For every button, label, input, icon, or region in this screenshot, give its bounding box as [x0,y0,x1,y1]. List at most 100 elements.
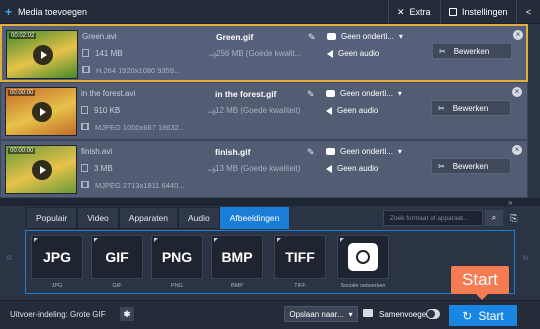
top-bar: + Media toevoegen ✕ Extra Instellingen < [0,0,540,24]
search-placeholder: Zoek formaat of apparaat... [390,214,469,222]
close-icon[interactable]: × [512,145,522,155]
play-icon[interactable] [32,160,52,180]
save-to-label: Opslaan naar... [289,309,344,319]
format-label: GIF [112,283,122,289]
scissors-icon: ✂ [438,161,445,171]
chevron-down-icon: ▾ [397,89,402,98]
source-info: MJPEG 1000x667 18632... [81,123,185,132]
share-button[interactable]: < [516,0,540,24]
subtitles-dropdown[interactable]: Geen onderti... ▾ [326,89,402,98]
audio-value: Geen audio [338,49,380,58]
video-thumbnail[interactable]: 00:02:02 [6,30,78,79]
video-thumbnail[interactable]: 00:00:00 [5,87,77,136]
start-label: Start [478,308,504,323]
format-tile-sociale-netwerken[interactable] [337,235,389,279]
subtitles-dropdown[interactable]: Geen onderti... ▾ [326,147,402,156]
start-tooltip-label: Start [462,270,498,289]
file-icon [82,49,89,57]
file-row[interactable]: 00:00:00 in the forest.avi 910 KB MJPEG … [0,82,528,140]
output-settings-gear-icon[interactable]: ✱ [120,307,134,321]
format-tile-tiff[interactable]: TIFF [274,235,326,279]
audio-dropdown[interactable]: Geen audio [326,164,378,173]
source-info-value: MJPEG 1000x667 18632... [95,123,186,132]
source-size: 141 MB [82,49,123,58]
output-size: 256 MB (Goede kwalit... [216,49,302,58]
format-logo: TIFF [285,249,315,265]
format-tile-bmp[interactable]: BMP [211,235,263,279]
output-size: 12 MB (Goede kwaliteit) [215,106,301,115]
pencil-icon[interactable]: ✎ [307,147,315,158]
merge-toggle[interactable] [426,309,440,319]
format-label: JPG [51,283,63,289]
play-icon[interactable] [33,45,53,65]
corner-icon [214,238,218,242]
edit-button[interactable]: ✂ Bewerken [431,158,511,174]
file-icon [81,106,88,114]
format-tabs: Populair Video Apparaten Audio Afbeeldingen [26,207,290,229]
corner-icon [277,238,281,242]
audio-value: Geen audio [337,106,379,115]
edit-button[interactable]: ✂ Bewerken [432,43,512,59]
share-icon: < [525,7,532,17]
bottom-bar: Uitvoer-indeling: Grote GIF ✱ Opslaan na… [0,300,540,329]
format-search-input[interactable]: Zoek formaat of apparaat... [383,210,483,226]
subtitles-dropdown[interactable]: Geen onderti... ▾ [327,32,403,41]
video-thumbnail[interactable]: 00:00:00 [5,145,77,194]
thumbnail-time: 00:00:00 [8,90,36,96]
close-icon[interactable]: × [513,30,523,40]
play-icon[interactable] [32,102,52,122]
audio-dropdown[interactable]: Geen audio [327,49,379,58]
save-to-dropdown[interactable]: Opslaan naar... ▾ [284,306,358,322]
subtitles-value: Geen onderti... [340,147,393,156]
settings-icon [449,8,457,16]
pencil-icon[interactable]: ✎ [308,32,316,43]
tab-afbeeldingen[interactable]: Afbeeldingen [219,207,290,229]
output-filename: Green.gif [216,32,254,42]
format-tile-png[interactable]: PNG [151,235,203,279]
output-filename: in the forest.gif [215,89,277,99]
format-tile-jpg[interactable]: JPG [31,235,83,279]
tab-populair[interactable]: Populair [26,207,78,229]
chevron-down-icon: ▾ [348,309,353,319]
format-label: TIFF [294,283,306,289]
source-filename: in the forest.avi [81,89,136,98]
plus-icon: + [5,5,13,19]
source-size-value: 910 KB [94,106,121,115]
extra-button[interactable]: ✕ Extra [388,0,440,24]
audio-dropdown[interactable]: Geen audio [326,106,378,115]
add-media-button[interactable]: + Media toevoegen [0,0,116,24]
file-row[interactable]: 00:00:00 finish.avi 3 MB MJPEG 2713x1811… [0,140,528,198]
start-button[interactable]: ↻ Start [449,305,517,326]
settings-button[interactable]: Instellingen [440,0,516,24]
edit-button[interactable]: ✂ Bewerken [431,100,511,116]
output-size: 13 MB (Goede kwaliteit) [215,164,301,173]
folder-icon[interactable] [363,309,373,317]
pencil-icon[interactable]: ✎ [307,89,315,100]
speaker-icon [326,164,332,173]
panel-collapse-bar[interactable] [0,198,540,206]
corner-icon [340,238,344,242]
scroll-left-icon[interactable]: « [6,250,13,264]
format-logo: GIF [105,249,129,265]
edit-label: Bewerken [452,103,489,113]
tab-video[interactable]: Video [77,207,119,229]
add-media-label: Media toevoegen [18,7,88,17]
film-icon [81,181,89,188]
speaker-icon [327,49,333,58]
scissors-icon: ✂ [438,103,445,113]
file-list-scrollbar[interactable] [530,24,540,198]
refresh-icon: ↻ [462,308,473,323]
source-size-value: 141 MB [95,49,123,58]
scroll-right-icon[interactable]: » [522,250,529,264]
source-info: MJPEG 2713x1811 6440... [81,181,185,190]
device-detect-icon[interactable]: ⎘ [506,210,522,226]
source-info: H.264 1920x1080 9359... [82,66,180,75]
tab-audio[interactable]: Audio [178,207,220,229]
file-row[interactable]: 00:02:02 Green.avi 141 MB H.264 1920x108… [0,24,528,82]
source-size: 910 KB [81,106,120,115]
close-icon[interactable]: × [512,87,522,97]
format-logo: JPG [42,249,71,265]
tab-apparaten[interactable]: Apparaten [118,207,179,229]
format-tile-gif[interactable]: GIF [91,235,143,279]
search-icon[interactable]: ⌕ [485,210,503,226]
